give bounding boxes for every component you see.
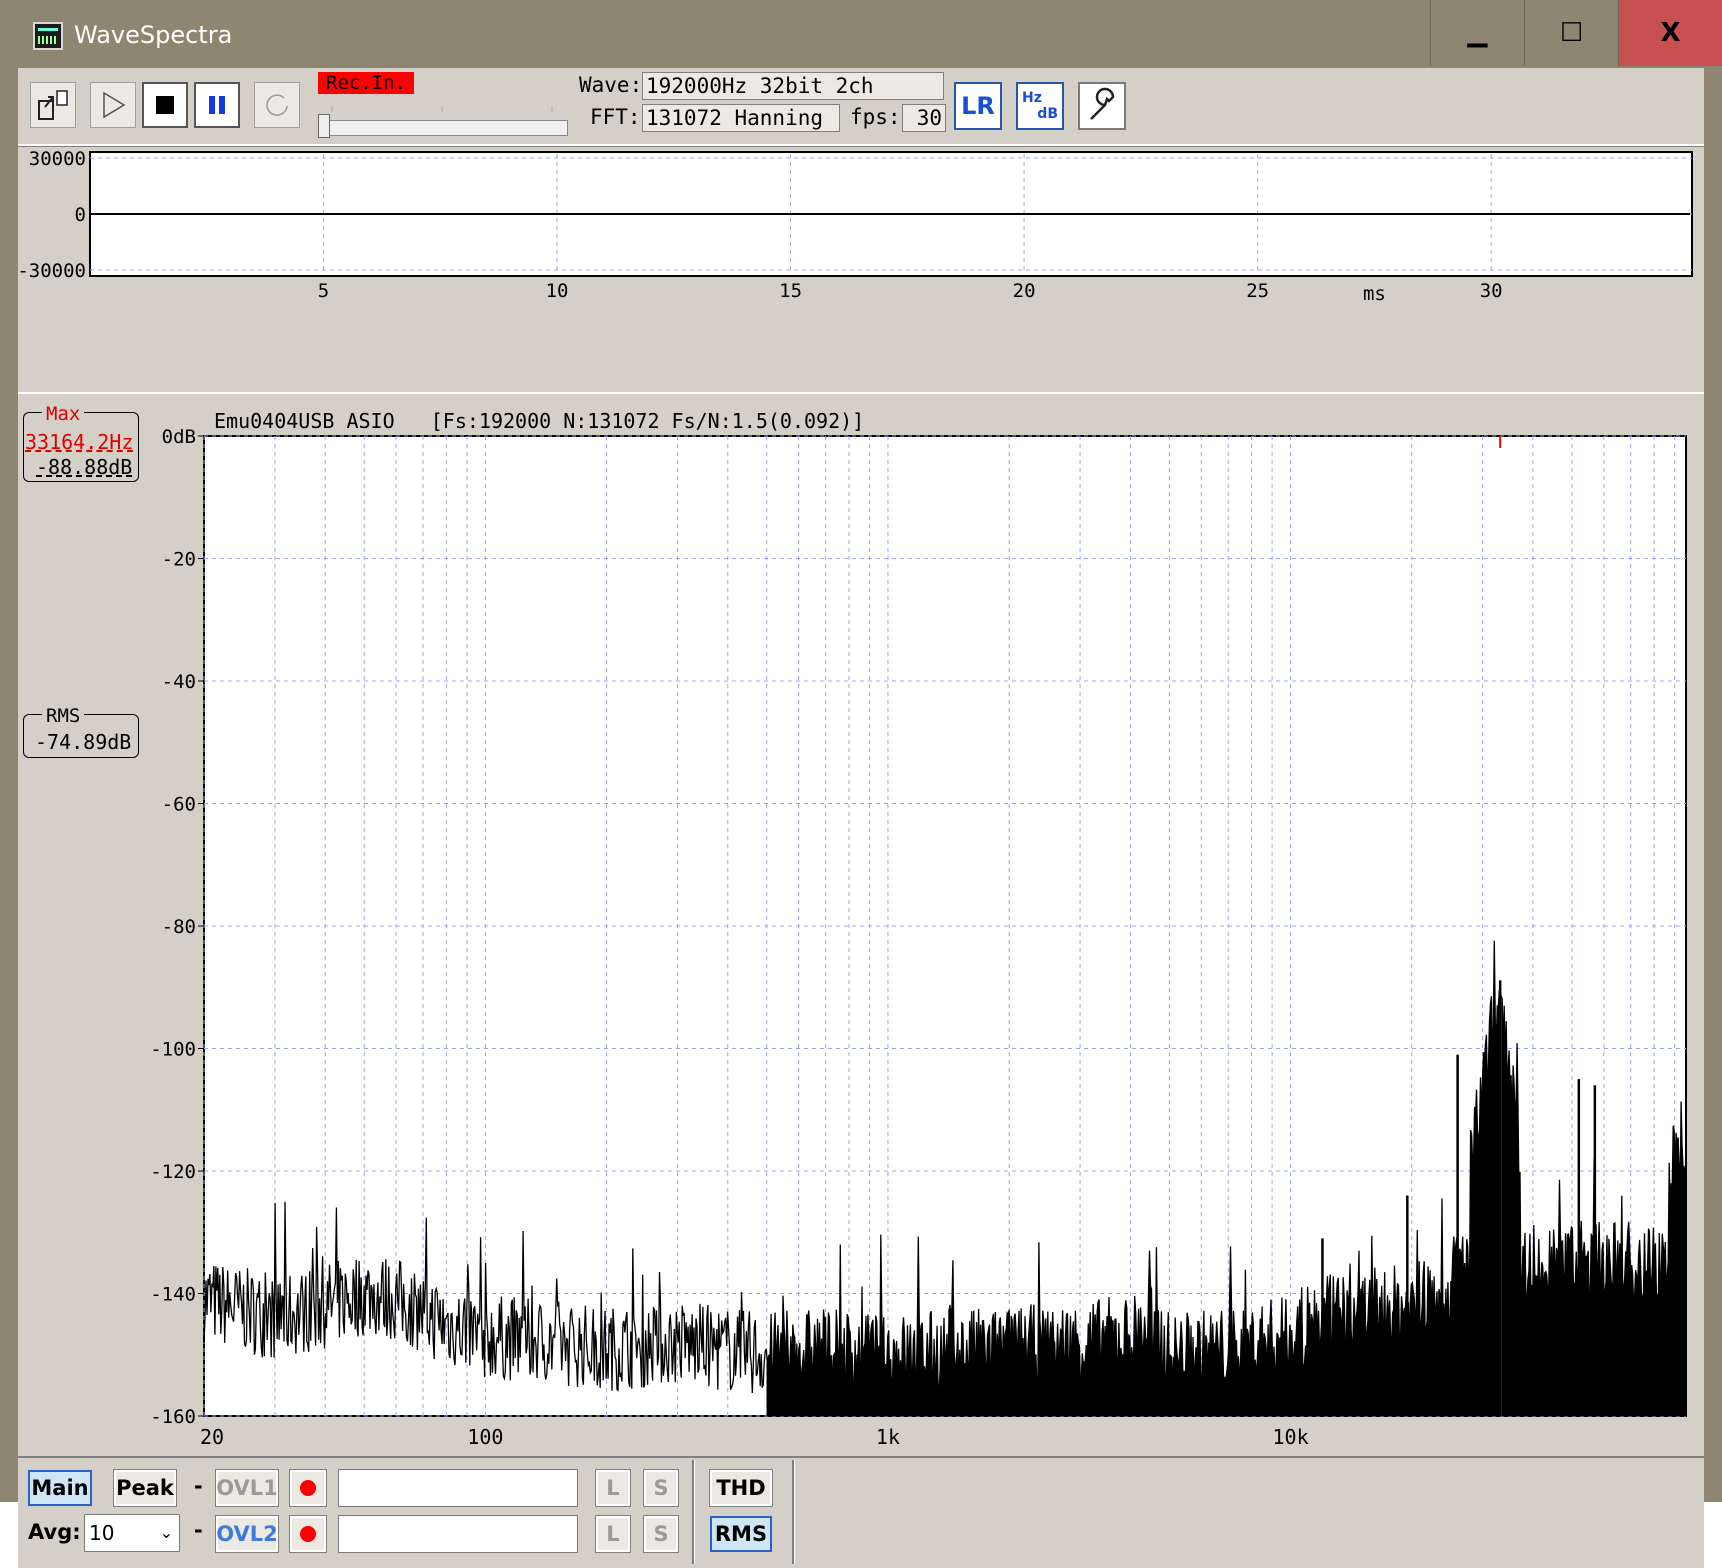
play-button[interactable]: [90, 82, 136, 128]
wave-format-field: 192000Hz 32bit 2ch: [642, 72, 944, 100]
hz-db-icon: Hz: [1022, 90, 1042, 106]
ovl1-name-input[interactable]: [338, 1469, 578, 1507]
client-area: Rec.In. Wave: 192000Hz 32bit 2ch FFT: 13…: [17, 68, 1704, 1568]
window-title: WaveSpectra: [74, 21, 233, 49]
spectrum-y-tick: -100: [150, 1039, 196, 1061]
ovl1-save-button[interactable]: S: [643, 1469, 679, 1507]
lr-icon: LR: [961, 92, 995, 120]
record-dot-icon: [300, 1526, 316, 1542]
waveform-chart[interactable]: 30000 0 -30000 5 10 15 20 25 30 ms: [17, 148, 1704, 388]
wave-label: Wave:: [579, 73, 643, 97]
hz-db-button[interactable]: Hz dB: [1016, 82, 1064, 130]
spectrum-x-tick: 10k: [1272, 1425, 1308, 1449]
dash-1: -: [192, 1474, 205, 1498]
maximize-icon: ☐: [1559, 18, 1584, 48]
spectrum-y-tick: -40: [162, 671, 196, 693]
wave-x-tick: 20: [1013, 280, 1036, 302]
pause-button[interactable]: [194, 82, 240, 128]
lr-channel-button[interactable]: LR: [954, 82, 1002, 130]
reload-icon: [266, 94, 288, 116]
dash-2: -: [192, 1518, 205, 1542]
peak-button[interactable]: Peak: [113, 1469, 177, 1507]
export-icon: [38, 90, 68, 120]
export-button[interactable]: [30, 82, 76, 128]
stop-icon: [156, 96, 174, 114]
maximize-button[interactable]: ☐: [1524, 0, 1618, 66]
ovl1-button[interactable]: OVL1: [215, 1469, 279, 1507]
record-level-slider[interactable]: [320, 120, 568, 136]
avg-select[interactable]: 10 ⌄: [84, 1514, 180, 1552]
spectrum-y-tick: -20: [162, 549, 196, 571]
ovl1-record-button[interactable]: [289, 1469, 327, 1507]
pause-icon: [209, 96, 225, 114]
slider-ticks: [331, 106, 553, 112]
fft-setting-field: 131072 Hanning: [642, 104, 840, 132]
spectrum-y-tick: 0dB: [162, 426, 196, 448]
spectrum-y-tick: -80: [162, 916, 196, 938]
ovl2-save-button[interactable]: S: [643, 1515, 679, 1553]
divider: [792, 1460, 795, 1564]
minimize-icon: ▁: [1467, 18, 1488, 48]
toolbar: Rec.In. Wave: 192000Hz 32bit 2ch FFT: 13…: [18, 68, 1704, 146]
title-bar[interactable]: WaveSpectra ▁ ☐ X: [0, 0, 1722, 66]
spectrum-y-tick: -60: [162, 794, 196, 816]
chevron-down-icon: ⌄: [159, 1523, 173, 1542]
settings-wrench-icon: [1090, 87, 1115, 120]
app-icon: [33, 22, 63, 50]
wave-x-unit: ms: [1363, 283, 1386, 305]
ovl2-button[interactable]: OVL2: [215, 1515, 279, 1553]
ovl2-load-button[interactable]: L: [595, 1515, 631, 1553]
spectrum-y-tick: -160: [150, 1406, 196, 1428]
wave-x-tick: 10: [546, 280, 569, 302]
rms-button[interactable]: RMS: [710, 1516, 772, 1552]
rec-in-indicator: Rec.In.: [318, 72, 414, 94]
close-icon: X: [1660, 18, 1681, 48]
wave-y-tick: -30000: [18, 260, 86, 282]
spectrum-panel: Max 33164.2Hz -88.88dB RMS -74.89dB Emu0…: [18, 396, 1704, 1452]
bottom-controls: Main Peak - OVL1 L S Avg: 10 ⌄ - OVL2 L S…: [18, 1456, 1704, 1568]
waveform-panel: 30000 0 -30000 5 10 15 20 25 30 ms: [17, 148, 1704, 394]
wave-y-tick: 0: [75, 204, 86, 226]
fps-label: fps:: [850, 105, 901, 129]
ovl2-name-input[interactable]: [338, 1515, 578, 1553]
spectrum-y-tick: -120: [150, 1161, 196, 1183]
slider-thumb[interactable]: [318, 114, 330, 138]
spectrum-x-tick: 20: [200, 1425, 224, 1449]
record-dot-icon: [300, 1480, 316, 1496]
wave-x-tick: 5: [318, 280, 329, 302]
thd-button[interactable]: THD: [709, 1469, 773, 1507]
stop-button[interactable]: [142, 82, 188, 128]
avg-label: Avg:: [28, 1520, 81, 1544]
main-button[interactable]: Main: [28, 1470, 92, 1506]
minimize-button[interactable]: ▁: [1430, 0, 1524, 66]
ovl1-load-button[interactable]: L: [595, 1469, 631, 1507]
wave-x-tick: 25: [1246, 280, 1269, 302]
wavespectra-window: WaveSpectra ▁ ☐ X Rec.In. Wave: 192000Hz…: [0, 0, 1722, 1568]
fps-field: 30: [902, 104, 946, 132]
avg-value: 10: [89, 1521, 115, 1545]
spectrum-chart[interactable]: 0dB -20 -40 -60 -80 -100 -120 -140 -16020 100 1k 10…: [18, 396, 1704, 1452]
reload-button[interactable]: [254, 82, 300, 128]
divider: [692, 1460, 695, 1564]
play-icon: [103, 91, 126, 119]
close-button[interactable]: X: [1618, 0, 1722, 66]
fft-label: FFT:: [590, 105, 641, 129]
spectrum-x-tick: 100: [467, 1425, 503, 1449]
wave-x-tick: 15: [779, 280, 802, 302]
settings-button[interactable]: [1078, 82, 1126, 130]
wave-x-tick: 30: [1480, 280, 1503, 302]
ovl2-record-button[interactable]: [289, 1515, 327, 1553]
wave-y-tick: 30000: [29, 148, 86, 170]
spectrum-y-tick: -140: [150, 1284, 196, 1306]
spectrum-x-tick: 1k: [876, 1425, 900, 1449]
